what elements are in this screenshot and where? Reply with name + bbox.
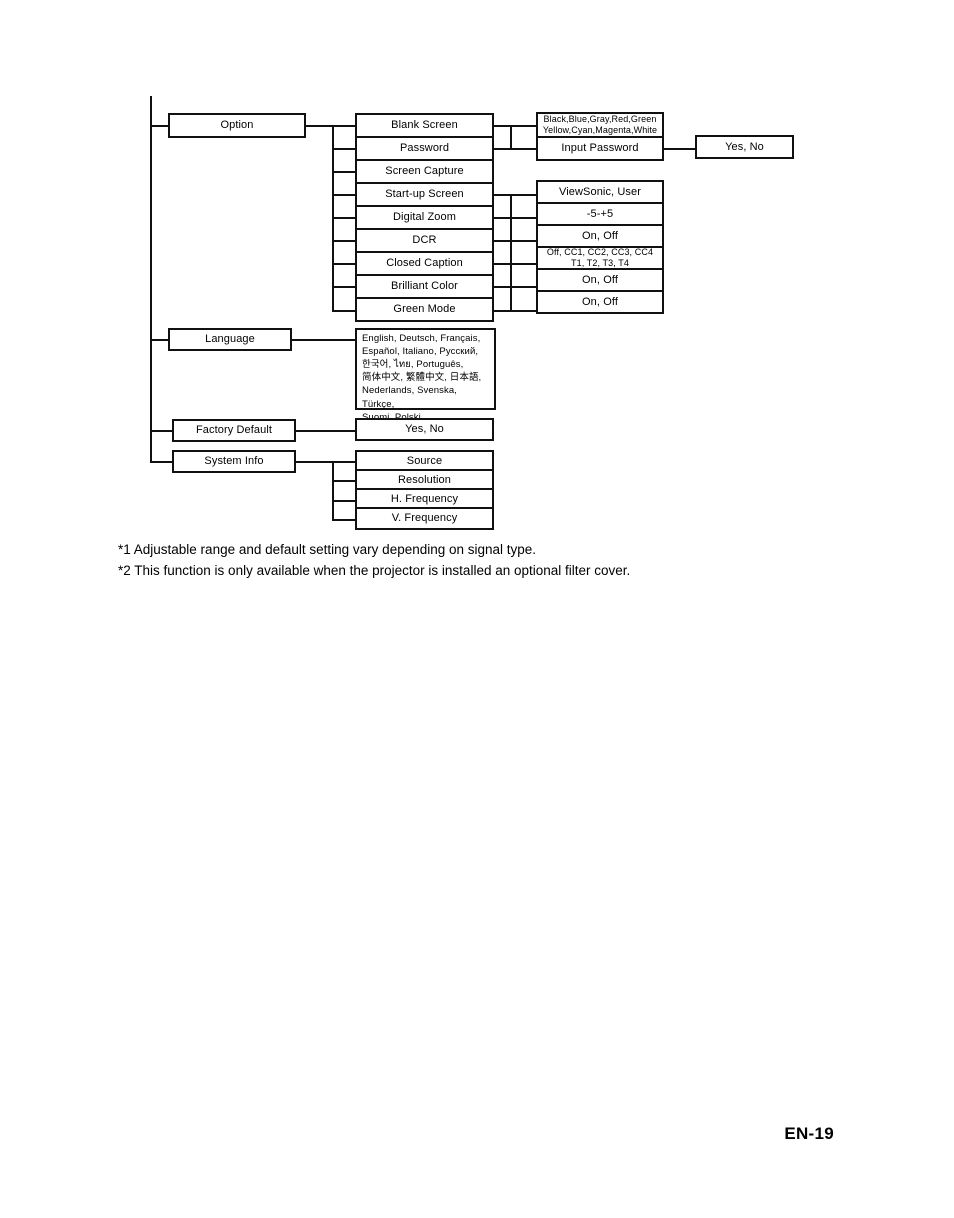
footnotes: *1 Adjustable range and default setting … — [118, 540, 918, 582]
node-option[interactable]: Option — [168, 113, 306, 138]
root-stub-option — [150, 125, 168, 127]
value-connector — [494, 263, 536, 265]
value-green-mode: On, Off — [536, 290, 664, 314]
option-item-blank-screen[interactable]: Blank Screen — [355, 113, 494, 138]
page-number: EN-19 — [784, 1124, 834, 1143]
value-start-up-screen: ViewSonic, User — [536, 180, 664, 204]
node-system-info[interactable]: System Info — [172, 450, 296, 473]
option-item-screen-capture[interactable]: Screen Capture — [355, 159, 494, 184]
value-brilliant-color: On, Off — [536, 268, 664, 292]
value-connector — [494, 286, 536, 288]
value-connector — [494, 217, 536, 219]
option-item-password[interactable]: Password — [355, 136, 494, 161]
option-item-stub — [332, 148, 357, 150]
factory-default-connector — [296, 430, 355, 432]
value-blank-screen: Black,Blue,Gray,Red,Green Yellow,Cyan,Ma… — [536, 112, 664, 138]
root-stub-factory-default — [150, 430, 172, 432]
option-item-stub — [332, 286, 357, 288]
value-connector — [494, 148, 536, 150]
node-language[interactable]: Language — [168, 328, 292, 351]
value-dcr: On, Off — [536, 224, 664, 248]
value-connector — [494, 240, 536, 242]
footnote-1: *1 Adjustable range and default setting … — [118, 542, 537, 557]
system-info-item-stub — [332, 519, 357, 521]
option-item-stub — [332, 240, 357, 242]
option-item-stub — [332, 217, 357, 219]
value-connector — [494, 310, 536, 312]
value-closed-caption: Off, CC1, CC2, CC3, CC4 T1, T2, T3, T4 — [536, 246, 664, 270]
value-language-list: English, Deutsch, Français, Español, Ita… — [355, 328, 496, 423]
system-info-connector — [296, 461, 334, 463]
option-item-start-up-screen[interactable]: Start-up Screen — [355, 182, 494, 207]
value-digital-zoom: -5-+5 — [536, 202, 664, 226]
value-password-confirm: Yes, No — [695, 135, 794, 159]
value-connector — [494, 194, 536, 196]
system-info-item-stub — [332, 480, 357, 482]
system-info-item-v-frequency[interactable]: V. Frequency — [355, 507, 494, 530]
value-factory-default: Yes, No — [355, 418, 494, 441]
footnote-2: *2 This function is only available when … — [118, 562, 631, 578]
system-info-item-stub — [332, 500, 357, 502]
option-item-stub — [332, 125, 357, 127]
root-spine — [150, 96, 152, 463]
system-info-submenu-spine — [332, 461, 334, 519]
option-item-stub — [332, 310, 357, 312]
option-item-stub — [332, 171, 357, 173]
option-item-brilliant-color[interactable]: Brilliant Color — [355, 274, 494, 299]
option-item-stub — [332, 194, 357, 196]
value-connector — [494, 125, 536, 127]
option-item-dcr[interactable]: DCR — [355, 228, 494, 253]
node-factory-default[interactable]: Factory Default — [172, 419, 296, 442]
option-item-stub — [332, 263, 357, 265]
password-confirm-connector — [664, 148, 695, 150]
value-connector-riser — [510, 194, 512, 312]
system-info-item-stub — [332, 461, 357, 463]
value-connector-riser — [510, 125, 512, 150]
option-item-green-mode[interactable]: Green Mode — [355, 297, 494, 322]
menu-tree-diagram: Option Blank Screen Password Screen Capt… — [0, 0, 954, 560]
option-item-closed-caption[interactable]: Closed Caption — [355, 251, 494, 276]
root-stub-language — [150, 339, 168, 341]
option-connector — [306, 125, 334, 127]
root-stub-system-info — [150, 461, 172, 463]
option-item-digital-zoom[interactable]: Digital Zoom — [355, 205, 494, 230]
value-password: Input Password — [536, 136, 664, 161]
language-connector — [292, 339, 355, 341]
